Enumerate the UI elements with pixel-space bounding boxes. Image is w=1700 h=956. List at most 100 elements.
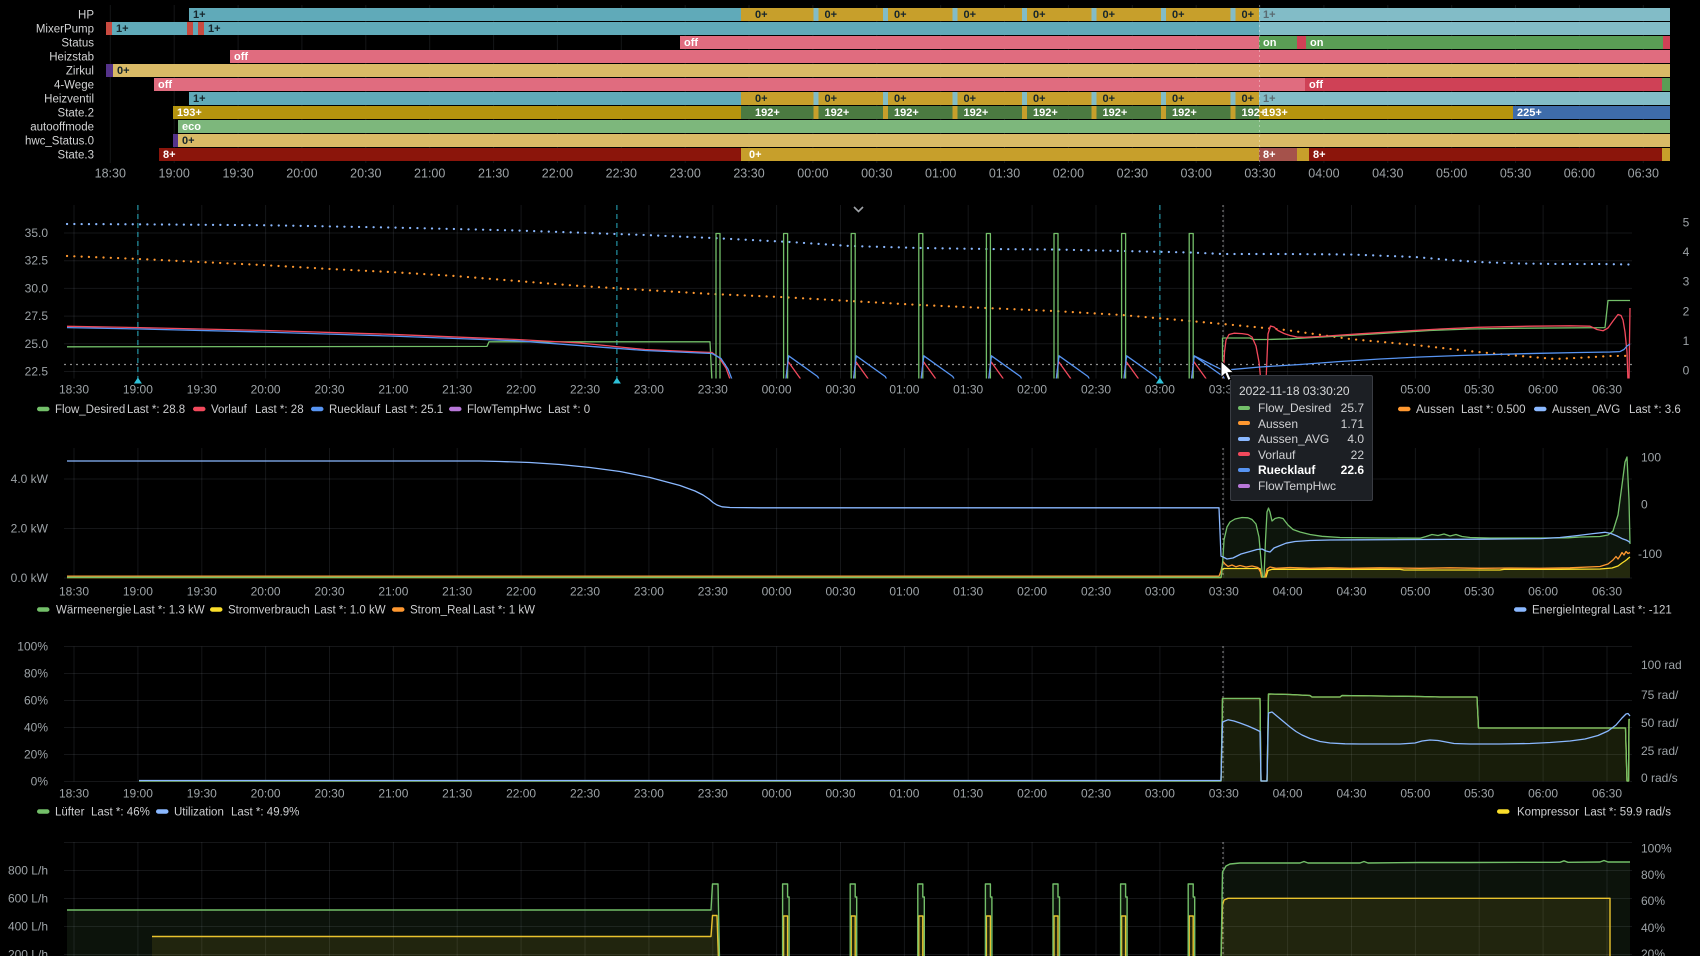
svg-text:0+: 0+ — [1103, 9, 1116, 21]
svg-text:20%: 20% — [1641, 947, 1665, 956]
svg-text:23:00: 23:00 — [670, 167, 701, 181]
svg-text:00:30: 00:30 — [825, 787, 855, 801]
svg-text:0.0 kW: 0.0 kW — [11, 571, 49, 585]
svg-text:0+: 0+ — [1242, 9, 1255, 21]
svg-text:00:00: 00:00 — [762, 383, 792, 397]
svg-text:21:30: 21:30 — [442, 787, 472, 801]
svg-text:22:00: 22:00 — [506, 585, 536, 599]
svg-text:22:00: 22:00 — [542, 167, 573, 181]
svg-text:04:00: 04:00 — [1308, 167, 1339, 181]
svg-text:4-Wege: 4-Wege — [54, 80, 94, 92]
svg-text:1+: 1+ — [1263, 93, 1276, 105]
svg-text:02:00: 02:00 — [1017, 585, 1047, 599]
svg-text:05:30: 05:30 — [1464, 383, 1494, 397]
svg-text:600 L/h: 600 L/h — [8, 892, 48, 906]
svg-text:State.3: State.3 — [58, 150, 94, 162]
svg-text:00:00: 00:00 — [762, 585, 792, 599]
svg-text:Zirkul: Zirkul — [66, 66, 94, 78]
svg-text:Wärmeenergie: Wärmeenergie — [56, 605, 131, 617]
svg-text:Strom_Real: Strom_Real — [410, 605, 471, 617]
svg-text:05:00: 05:00 — [1400, 787, 1430, 801]
svg-text:00:30: 00:30 — [825, 383, 855, 397]
svg-text:23:00: 23:00 — [634, 787, 664, 801]
svg-text:0+: 0+ — [825, 93, 838, 105]
svg-text:3: 3 — [1683, 275, 1690, 289]
svg-text:192+: 192+ — [825, 107, 850, 119]
svg-text:80%: 80% — [1641, 868, 1665, 882]
svg-text:2.0 kW: 2.0 kW — [11, 522, 49, 536]
svg-text:03:00: 03:00 — [1181, 167, 1212, 181]
svg-text:192+: 192+ — [755, 107, 780, 119]
svg-text:23:00: 23:00 — [634, 383, 664, 397]
svg-text:0%: 0% — [31, 775, 49, 789]
svg-text:Ruecklauf: Ruecklauf — [329, 404, 381, 416]
svg-text:22:00: 22:00 — [506, 787, 536, 801]
svg-text:0+: 0+ — [894, 93, 907, 105]
svg-text:100%: 100% — [17, 640, 48, 654]
svg-text:30.0: 30.0 — [25, 281, 49, 295]
svg-text:06:30: 06:30 — [1628, 167, 1659, 181]
svg-text:Lüfter: Lüfter — [55, 807, 85, 819]
svg-text:off: off — [234, 51, 248, 63]
svg-text:1+: 1+ — [193, 93, 206, 105]
svg-text:Last *: 0: Last *: 0 — [548, 404, 590, 416]
svg-text:21:30: 21:30 — [478, 167, 509, 181]
svg-text:4.0 kW: 4.0 kW — [11, 472, 49, 486]
svg-text:06:00: 06:00 — [1564, 167, 1595, 181]
svg-text:0+: 0+ — [964, 9, 977, 21]
svg-text:21:00: 21:00 — [414, 167, 445, 181]
svg-text:MixerPump: MixerPump — [36, 24, 94, 36]
svg-text:0+: 0+ — [964, 93, 977, 105]
svg-text:autooffmode: autooffmode — [30, 122, 94, 134]
svg-text:off: off — [158, 79, 172, 91]
svg-text:80%: 80% — [24, 667, 48, 681]
svg-text:05:30: 05:30 — [1464, 787, 1494, 801]
svg-text:Status: Status — [61, 38, 94, 50]
svg-text:hwc_Status.0: hwc_Status.0 — [25, 136, 94, 148]
svg-text:0+: 0+ — [1033, 9, 1046, 21]
svg-text:0: 0 — [1683, 364, 1690, 378]
svg-text:0 rad/s: 0 rad/s — [1641, 771, 1678, 785]
svg-text:03:00: 03:00 — [1145, 787, 1175, 801]
svg-text:Flow_Desired: Flow_Desired — [55, 404, 125, 416]
svg-text:Last *: 25.1: Last *: 25.1 — [385, 404, 443, 416]
svg-text:State.2: State.2 — [58, 108, 94, 120]
svg-text:19:00: 19:00 — [123, 787, 153, 801]
svg-text:1+: 1+ — [208, 23, 221, 35]
svg-text:04:30: 04:30 — [1336, 787, 1366, 801]
svg-text:02:00: 02:00 — [1017, 787, 1047, 801]
svg-text:04:00: 04:00 — [1273, 585, 1303, 599]
svg-text:Vorlauf: Vorlauf — [211, 404, 248, 416]
svg-text:Aussen_AVG: Aussen_AVG — [1552, 404, 1620, 416]
svg-text:Last *: 59.9 rad/s: Last *: 59.9 rad/s — [1584, 807, 1671, 819]
svg-text:20%: 20% — [24, 748, 48, 762]
svg-text:02:30: 02:30 — [1081, 585, 1111, 599]
svg-text:40%: 40% — [24, 721, 48, 735]
svg-text:800 L/h: 800 L/h — [8, 864, 48, 878]
svg-text:00:30: 00:30 — [825, 585, 855, 599]
svg-text:18:30: 18:30 — [59, 383, 89, 397]
svg-text:22:30: 22:30 — [570, 585, 600, 599]
svg-text:5: 5 — [1683, 216, 1690, 230]
svg-text:01:00: 01:00 — [889, 383, 919, 397]
svg-text:01:00: 01:00 — [889, 585, 919, 599]
svg-text:0+: 0+ — [749, 149, 762, 161]
svg-text:01:30: 01:30 — [953, 383, 983, 397]
svg-text:19:00: 19:00 — [123, 585, 153, 599]
svg-text:200 L/h: 200 L/h — [8, 948, 48, 956]
svg-text:Last *: 0.500: Last *: 0.500 — [1461, 404, 1526, 416]
svg-text:20:00: 20:00 — [251, 585, 281, 599]
svg-text:35.0: 35.0 — [25, 226, 49, 240]
svg-text:4: 4 — [1683, 245, 1690, 259]
svg-text:05:00: 05:00 — [1436, 167, 1467, 181]
svg-text:05:30: 05:30 — [1500, 167, 1531, 181]
svg-text:225+: 225+ — [1517, 107, 1542, 119]
svg-text:Utilization: Utilization — [174, 807, 224, 819]
svg-text:192+: 192+ — [1172, 107, 1197, 119]
svg-text:06:30: 06:30 — [1592, 585, 1622, 599]
svg-text:0+: 0+ — [894, 9, 907, 21]
svg-text:27.5: 27.5 — [25, 309, 49, 323]
svg-text:19:00: 19:00 — [123, 383, 153, 397]
svg-text:01:30: 01:30 — [953, 585, 983, 599]
svg-text:20:00: 20:00 — [286, 167, 317, 181]
